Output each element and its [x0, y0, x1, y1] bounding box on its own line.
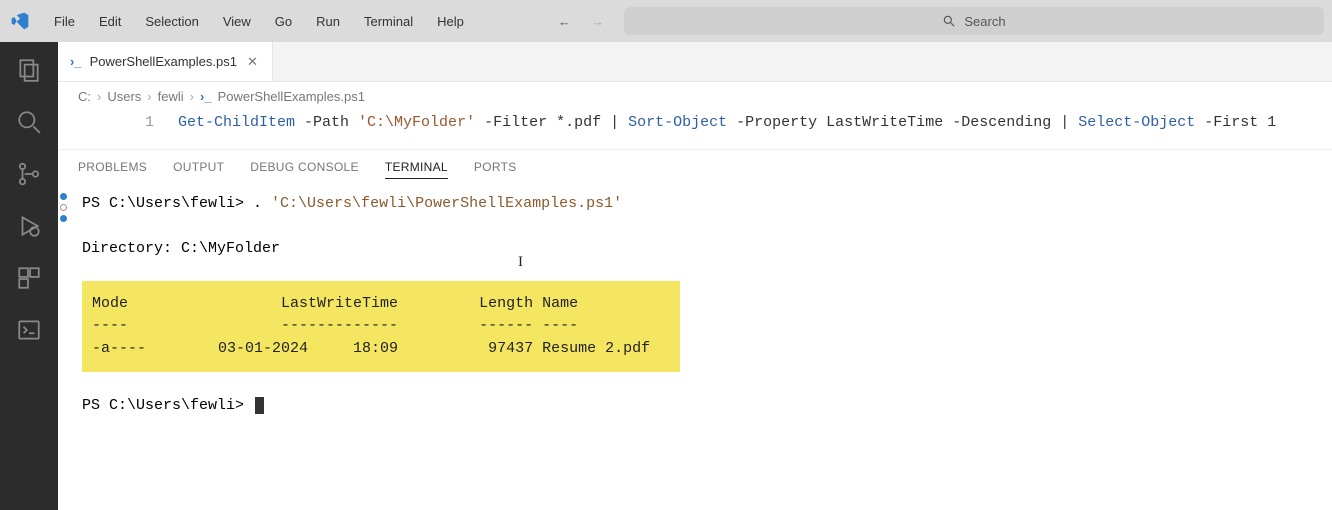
chevron-right-icon: ›	[190, 89, 194, 104]
tab-label: PowerShellExamples.ps1	[90, 54, 237, 69]
tab-terminal[interactable]: TERMINAL	[385, 156, 448, 179]
close-icon[interactable]: ✕	[245, 54, 260, 70]
search-input[interactable]: Search	[624, 7, 1324, 35]
code-editor[interactable]: 1 Get-ChildItem -Path 'C:\MyFolder' -Fil…	[58, 110, 1332, 149]
search-activity-icon[interactable]	[15, 108, 43, 136]
menu-edit[interactable]: Edit	[89, 10, 131, 33]
tab-problems[interactable]: PROBLEMS	[78, 156, 147, 179]
search-placeholder: Search	[964, 14, 1005, 29]
nav-back-icon[interactable]: ←	[554, 12, 575, 31]
tab-output[interactable]: OUTPUT	[173, 156, 224, 179]
vscode-logo-icon	[8, 9, 32, 33]
text-cursor-icon: I	[518, 251, 523, 274]
powershell-file-icon: ›_	[200, 89, 212, 104]
run-debug-icon[interactable]	[15, 212, 43, 240]
menu-help[interactable]: Help	[427, 10, 474, 33]
menu-run[interactable]: Run	[306, 10, 350, 33]
crumb-c[interactable]: C:	[78, 89, 91, 104]
tab-ports[interactable]: PORTS	[474, 156, 517, 179]
activity-bar	[0, 42, 58, 510]
search-icon	[942, 14, 956, 28]
explorer-icon[interactable]	[15, 56, 43, 84]
terminal-panel[interactable]: PS C:\Users\fewli> . 'C:\Users\fewli\Pow…	[58, 179, 1332, 427]
title-bar: File Edit Selection View Go Run Terminal…	[0, 0, 1332, 42]
menu-selection[interactable]: Selection	[135, 10, 208, 33]
chevron-right-icon: ›	[97, 89, 101, 104]
terminal-gutter-dots	[58, 193, 67, 222]
chevron-right-icon: ›	[147, 89, 151, 104]
powershell-file-icon: ›_	[70, 54, 82, 69]
terminal-line: Directory: C:\MyFolder	[82, 238, 1322, 261]
terminal-prompt[interactable]: PS C:\Users\fewli>	[82, 395, 1322, 418]
source-control-icon[interactable]	[15, 160, 43, 188]
terminal-line: PS C:\Users\fewli> . 'C:\Users\fewli\Pow…	[82, 193, 1322, 216]
menu-go[interactable]: Go	[265, 10, 302, 33]
menu-file[interactable]: File	[44, 10, 85, 33]
crumb-file[interactable]: PowerShellExamples.ps1	[218, 89, 365, 104]
tab-bar: ›_ PowerShellExamples.ps1 ✕	[58, 42, 1332, 82]
menu-terminal[interactable]: Terminal	[354, 10, 423, 33]
line-number: 1	[58, 114, 178, 131]
menu-view[interactable]: View	[213, 10, 261, 33]
crumb-user[interactable]: fewli	[158, 89, 184, 104]
panel-tabs: PROBLEMS OUTPUT DEBUG CONSOLE TERMINAL P…	[58, 149, 1332, 179]
terminal-output-table: Mode LastWriteTime Length Name ---- ----…	[82, 281, 680, 373]
crumb-users[interactable]: Users	[107, 89, 141, 104]
terminal-activity-icon[interactable]	[15, 316, 43, 344]
breadcrumb[interactable]: C: › Users › fewli › ›_ PowerShellExampl…	[58, 82, 1332, 110]
cursor-icon	[255, 397, 264, 414]
nav-forward-icon[interactable]: →	[587, 12, 608, 31]
code-line-1[interactable]: Get-ChildItem -Path 'C:\MyFolder' -Filte…	[178, 114, 1276, 131]
extensions-icon[interactable]	[15, 264, 43, 292]
tab-debug-console[interactable]: DEBUG CONSOLE	[250, 156, 359, 179]
tab-powershell-examples[interactable]: ›_ PowerShellExamples.ps1 ✕	[58, 42, 273, 81]
